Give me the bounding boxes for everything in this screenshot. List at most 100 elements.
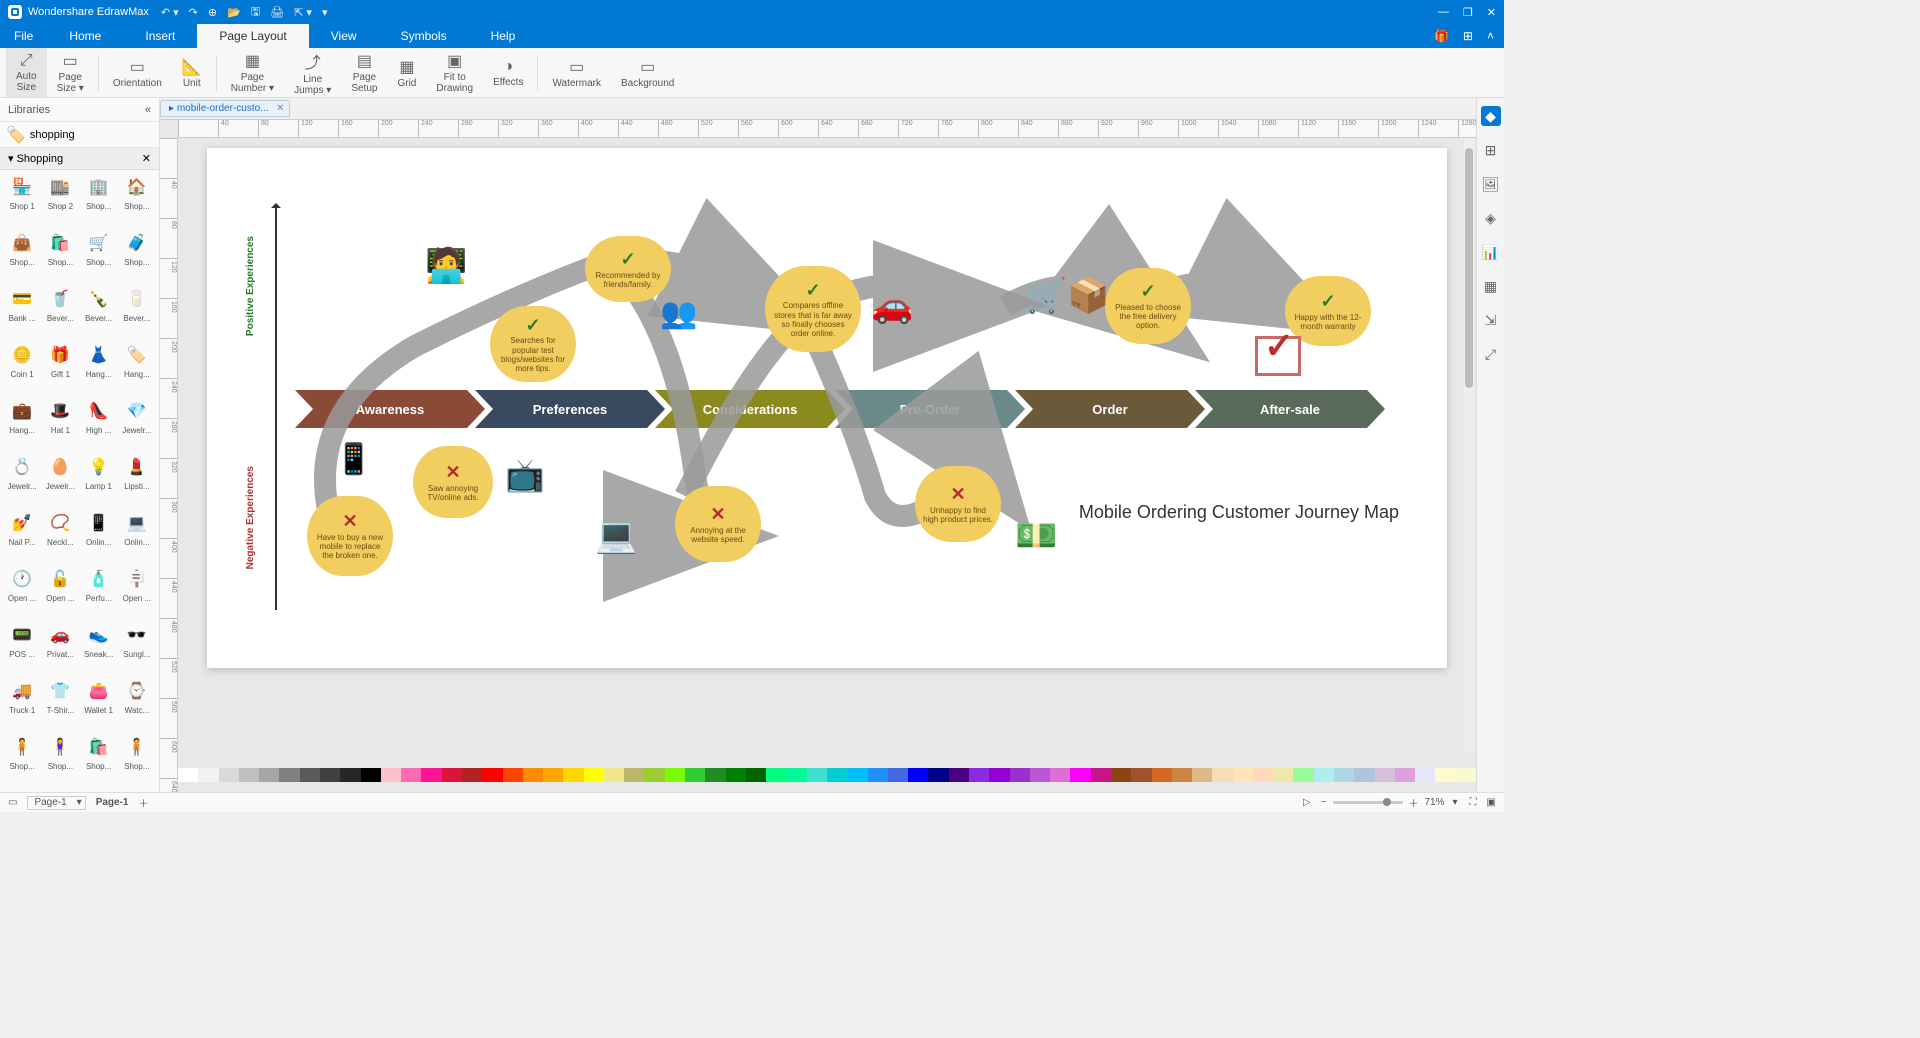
- library-item[interactable]: 👟Sneak...: [81, 622, 117, 676]
- ribbon-line-jumps[interactable]: ⤴Line Jumps ▾: [284, 48, 341, 97]
- library-item[interactable]: 🪙Coin 1: [4, 342, 40, 396]
- document-tab[interactable]: ▸ mobile-order-custo... ✕: [160, 100, 290, 117]
- library-item[interactable]: 💳Bank ...: [4, 286, 40, 340]
- ribbon-grid[interactable]: ▦Grid: [387, 48, 426, 97]
- color-swatch[interactable]: [543, 768, 563, 782]
- layers-panel-icon[interactable]: ◈: [1481, 208, 1501, 228]
- color-swatch[interactable]: [361, 768, 381, 782]
- menu-page-layout[interactable]: Page Layout: [197, 24, 308, 48]
- money-icon[interactable]: 💵: [1015, 516, 1057, 556]
- color-swatch[interactable]: [1131, 768, 1151, 782]
- library-item[interactable]: 👛Wallet 1: [81, 678, 117, 732]
- library-item[interactable]: 📿Neckl...: [42, 510, 78, 564]
- color-swatch[interactable]: [1253, 768, 1273, 782]
- color-swatch[interactable]: [1192, 768, 1212, 782]
- color-swatch[interactable]: [1172, 768, 1192, 782]
- gift-icon[interactable]: 🎁: [1434, 29, 1449, 43]
- stage-arrow-considerations[interactable]: Considerations: [655, 390, 845, 428]
- color-swatch[interactable]: [584, 768, 604, 782]
- library-item[interactable]: 🏷️Hang...: [119, 342, 155, 396]
- color-swatch[interactable]: [766, 768, 786, 782]
- expand-panel-icon[interactable]: ⤢: [1481, 344, 1501, 364]
- stage-arrow-order[interactable]: Order: [1015, 390, 1205, 428]
- library-item[interactable]: 📟POS ...: [4, 622, 40, 676]
- color-swatch[interactable]: [523, 768, 543, 782]
- color-swatch[interactable]: [989, 768, 1009, 782]
- color-swatch[interactable]: [847, 768, 867, 782]
- color-swatch[interactable]: [705, 768, 725, 782]
- color-swatch[interactable]: [401, 768, 421, 782]
- checkbox-icon[interactable]: [1255, 336, 1301, 376]
- library-item[interactable]: 🛒Shop...: [81, 230, 117, 284]
- library-item[interactable]: 🛍️Shop...: [42, 230, 78, 284]
- color-swatch[interactable]: [1314, 768, 1334, 782]
- export-icon[interactable]: ⇱ ▾: [294, 6, 312, 19]
- library-item[interactable]: 🚚Truck 1: [4, 678, 40, 732]
- color-swatch[interactable]: [340, 768, 360, 782]
- open-icon[interactable]: 📂: [227, 6, 241, 19]
- color-swatch[interactable]: [1293, 768, 1313, 782]
- color-swatch[interactable]: [381, 768, 401, 782]
- ribbon-watermark[interactable]: ▭Watermark: [542, 48, 611, 97]
- zoom-slider[interactable]: [1333, 801, 1403, 804]
- minimize-icon[interactable]: —: [1438, 6, 1449, 19]
- more-icon[interactable]: ▾: [322, 6, 328, 19]
- ribbon-effects[interactable]: ◑Effects: [483, 48, 533, 97]
- color-swatch[interactable]: [421, 768, 441, 782]
- library-item[interactable]: 👕T-Shir...: [42, 678, 78, 732]
- menu-home[interactable]: Home: [47, 24, 123, 48]
- fullscreen-icon[interactable]: ▣: [1487, 797, 1496, 808]
- color-swatch[interactable]: [604, 768, 624, 782]
- library-type-icon[interactable]: 🏷️: [6, 125, 26, 145]
- library-item[interactable]: 👜Shop...: [4, 230, 40, 284]
- menu-file[interactable]: File: [0, 24, 47, 48]
- color-swatch[interactable]: [1395, 768, 1415, 782]
- ribbon-orientation[interactable]: ▭Orientation: [103, 48, 172, 97]
- library-item[interactable]: 🛍️Shop...: [81, 734, 117, 788]
- color-swatch[interactable]: [868, 768, 888, 782]
- export-panel-icon[interactable]: ⇲: [1481, 310, 1501, 330]
- color-swatch[interactable]: [259, 768, 279, 782]
- color-swatch[interactable]: [1111, 768, 1131, 782]
- library-item[interactable]: 🏠Shop...: [119, 174, 155, 228]
- color-swatch[interactable]: [1456, 768, 1476, 782]
- color-swatch[interactable]: [239, 768, 259, 782]
- library-item[interactable]: 🕐Open ...: [4, 566, 40, 620]
- color-swatch[interactable]: [198, 768, 218, 782]
- chart-panel-icon[interactable]: 📊: [1481, 242, 1501, 262]
- add-page-icon[interactable]: ＋: [139, 795, 149, 810]
- menu-insert[interactable]: Insert: [123, 24, 197, 48]
- car-icon[interactable]: 🚗: [871, 286, 913, 326]
- library-item[interactable]: 👗Hang...: [81, 342, 117, 396]
- stage-arrow-awareness[interactable]: Awareness: [295, 390, 485, 428]
- ribbon-background[interactable]: ▭Background: [611, 48, 684, 97]
- laptop-cart-icon[interactable]: 💻: [595, 516, 637, 556]
- color-swatch[interactable]: [949, 768, 969, 782]
- color-swatch[interactable]: [786, 768, 806, 782]
- stage-arrow-after-sale[interactable]: After-sale: [1195, 390, 1385, 428]
- library-item[interactable]: 🏢Shop...: [81, 174, 117, 228]
- bubble-pos-2[interactable]: ✓Recommended by friends/family.: [585, 236, 671, 302]
- ribbon-auto-size[interactable]: ⤢Auto Size: [6, 48, 47, 97]
- color-swatch[interactable]: [1050, 768, 1070, 782]
- close-tab-icon[interactable]: ✕: [276, 103, 284, 114]
- library-item[interactable]: 💻Onlin...: [119, 510, 155, 564]
- library-item[interactable]: 🥚Jewelr...: [42, 454, 78, 508]
- library-item[interactable]: 💎Jewelr...: [119, 398, 155, 452]
- menu-symbols[interactable]: Symbols: [379, 24, 469, 48]
- shape-panel-icon[interactable]: ◆: [1481, 106, 1501, 126]
- ribbon-fit-drawing[interactable]: ▣Fit to Drawing: [426, 48, 483, 97]
- color-swatch[interactable]: [665, 768, 685, 782]
- library-item[interactable]: 🎩Hat 1: [42, 398, 78, 452]
- ribbon-page-number[interactable]: ▦Page Number ▾: [221, 48, 284, 97]
- vertical-scrollbar[interactable]: [1464, 138, 1474, 752]
- zoom-out-icon[interactable]: −: [1321, 797, 1327, 808]
- library-item[interactable]: 🪧Open ...: [119, 566, 155, 620]
- library-item[interactable]: 🥛Bever...: [119, 286, 155, 340]
- library-item[interactable]: 🥤Bever...: [42, 286, 78, 340]
- color-swatch[interactable]: [1233, 768, 1253, 782]
- bubble-neg-2[interactable]: ✕Saw annoying TV/online ads.: [413, 446, 493, 518]
- library-item[interactable]: 🧍Shop...: [4, 734, 40, 788]
- library-item[interactable]: 🍾Bever...: [81, 286, 117, 340]
- library-item[interactable]: 💍Jewelr...: [4, 454, 40, 508]
